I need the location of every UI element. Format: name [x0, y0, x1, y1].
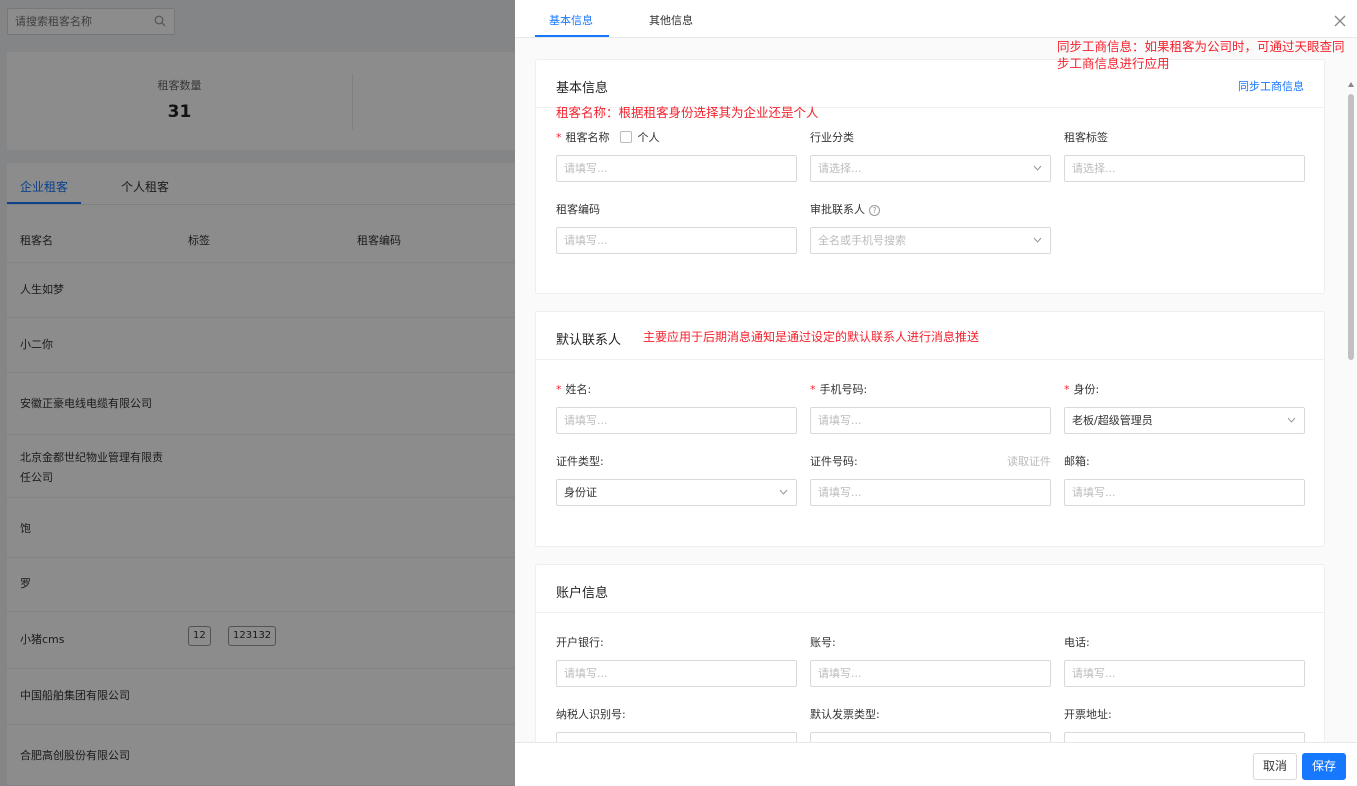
close-icon[interactable]	[1333, 14, 1347, 28]
invoice-type-select[interactable]	[810, 732, 1051, 742]
identity-select[interactable]: 老板/超级管理员	[1064, 407, 1305, 434]
tenant-name-field: * 租客名称 个人 请填写...	[556, 130, 797, 182]
tab-other-info[interactable]: 其他信息	[649, 12, 693, 28]
tenant-code-field: 租客编码 请填写...	[556, 202, 797, 254]
cancel-button[interactable]: 取消	[1252, 753, 1297, 780]
tenant-tag-label: 租客标签	[1064, 131, 1108, 144]
email-input[interactable]: 请填写...	[1064, 479, 1305, 506]
taxpayer-id-label: 纳税人识别号:	[556, 708, 626, 721]
required-mark: *	[810, 383, 816, 396]
sync-info-annotation: 同步工商信息：如果租客为公司时，可通过天眼查同步工商信息进行应用	[1057, 39, 1345, 71]
field-label: * 身份:	[1064, 382, 1305, 398]
field-label: 审批联系人?	[810, 202, 1051, 218]
industry-label: 行业分类	[810, 131, 854, 144]
field-label: * 手机号码:	[810, 382, 1051, 398]
identity-value: 老板/超级管理员	[1072, 414, 1153, 427]
default-contact-annotation: 主要应用于后期消息通知是通过设定的默认联系人进行消息推送	[643, 330, 980, 344]
sync-business-info-link[interactable]: 同步工商信息	[1238, 78, 1304, 94]
id-type-value: 身份证	[564, 486, 597, 499]
email-field: 邮箱: 请填写...	[1064, 454, 1305, 506]
bank-label: 开户银行:	[556, 636, 604, 649]
card-title: 账户信息	[556, 586, 609, 601]
id-type-label: 证件类型:	[556, 455, 604, 468]
help-icon[interactable]: ?	[869, 205, 880, 216]
read-id-card-link[interactable]: 读取证件	[1007, 454, 1051, 470]
account-phone-label: 电话:	[1064, 636, 1090, 649]
chevron-down-icon	[779, 489, 788, 495]
approver-label: 审批联系人	[810, 203, 865, 216]
personal-checkbox-label: 个人	[637, 131, 660, 144]
required-mark: *	[1064, 383, 1070, 396]
chevron-down-icon	[1287, 417, 1296, 423]
bank-input[interactable]: 请填写...	[556, 660, 797, 687]
email-label: 邮箱:	[1064, 455, 1090, 468]
invoice-type-label: 默认发票类型:	[810, 708, 880, 721]
drawer-footer: 取消 保存	[515, 742, 1357, 786]
contact-phone-input[interactable]: 请填写...	[810, 407, 1051, 434]
chevron-down-icon	[1033, 165, 1042, 171]
field-label: * 租客名称 个人	[556, 130, 797, 146]
account-number-input[interactable]: 请填写...	[810, 660, 1051, 687]
add-tenant-drawer: 基本信息 其他信息 基本信息 同步工商信息 租客名称：根据租客身份选择其为企业还…	[515, 0, 1357, 786]
industry-select[interactable]: 请选择...	[810, 155, 1051, 182]
tenant-tag-select[interactable]: 请选择...	[1064, 155, 1305, 182]
tab-basic-info[interactable]: 基本信息	[549, 12, 593, 28]
bank-field: 开户银行: 请填写...	[556, 635, 797, 687]
identity-label: 身份:	[1073, 383, 1100, 396]
tenant-code-input[interactable]: 请填写...	[556, 227, 797, 254]
vertical-scrollbar[interactable]	[1347, 80, 1355, 742]
card-header: 默认联系人 主要应用于后期消息通知是通过设定的默认联系人进行消息推送	[536, 312, 1324, 360]
invoice-address-input[interactable]	[1064, 732, 1305, 742]
field-label: * 姓名:	[556, 382, 797, 398]
required-mark: *	[556, 131, 562, 144]
taxpayer-id-field: 纳税人识别号:	[556, 707, 797, 742]
default-contact-card: 默认联系人 主要应用于后期消息通知是通过设定的默认联系人进行消息推送 * 姓名: …	[535, 311, 1325, 547]
drawer-body: 基本信息 同步工商信息 租客名称：根据租客身份选择其为企业还是个人 * 租客名称个…	[515, 38, 1357, 742]
contact-phone-field: * 手机号码: 请填写...	[810, 382, 1051, 434]
account-info-card: 账户信息 开户银行: 请填写... 账号: 请填写... 电话: 请填写... …	[535, 564, 1325, 742]
tenant-name-annotation: 租客名称：根据租客身份选择其为企业还是个人	[556, 105, 819, 120]
approver-field: 审批联系人? 全名或手机号搜索	[810, 202, 1051, 254]
id-number-field: 证件号码: 读取证件 请填写...	[810, 454, 1051, 506]
id-type-field: 证件类型: 身份证	[556, 454, 797, 506]
approver-placeholder: 全名或手机号搜索	[818, 234, 906, 247]
card-header: 账户信息	[536, 565, 1324, 613]
id-number-label: 证件号码:	[810, 455, 858, 468]
contact-name-field: * 姓名: 请填写...	[556, 382, 797, 434]
required-mark: *	[556, 383, 562, 396]
tenant-code-label: 租客编码	[556, 203, 600, 216]
invoice-address-label: 开票地址:	[1064, 708, 1112, 721]
card-title: 基本信息	[556, 81, 609, 96]
personal-checkbox[interactable]	[619, 131, 632, 143]
account-phone-field: 电话: 请填写...	[1064, 635, 1305, 687]
contact-name-label: 姓名:	[565, 383, 592, 396]
tenant-name-label: 租客名称	[565, 131, 610, 144]
active-tab-indicator	[535, 35, 609, 37]
drawer-tabs: 基本信息 其他信息	[515, 0, 1357, 38]
industry-placeholder: 请选择...	[818, 162, 862, 175]
card-title: 默认联系人	[556, 333, 622, 348]
scroll-up-icon[interactable]	[1348, 82, 1354, 87]
account-number-label: 账号:	[810, 636, 836, 649]
account-number-field: 账号: 请填写...	[810, 635, 1051, 687]
chevron-down-icon	[1033, 237, 1042, 243]
save-button[interactable]: 保存	[1301, 753, 1346, 780]
id-type-select[interactable]: 身份证	[556, 479, 797, 506]
invoice-type-field: 默认发票类型:	[810, 707, 1051, 742]
field-label: 证件号码: 读取证件	[810, 454, 1051, 470]
contact-name-input[interactable]: 请填写...	[556, 407, 797, 434]
invoice-address-field: 开票地址:	[1064, 707, 1305, 742]
identity-field: * 身份: 老板/超级管理员	[1064, 382, 1305, 434]
tenant-name-input[interactable]: 请填写...	[556, 155, 797, 182]
industry-field: 行业分类 请选择...	[810, 130, 1051, 182]
account-phone-input[interactable]: 请填写...	[1064, 660, 1305, 687]
contact-phone-label: 手机号码:	[819, 383, 868, 396]
id-number-input[interactable]: 请填写...	[810, 479, 1051, 506]
taxpayer-id-input[interactable]	[556, 732, 797, 742]
approver-select[interactable]: 全名或手机号搜索	[810, 227, 1051, 254]
scrollbar-thumb[interactable]	[1348, 94, 1354, 360]
tenant-tag-field: 租客标签 请选择...	[1064, 130, 1305, 182]
basic-info-card: 基本信息 同步工商信息 租客名称：根据租客身份选择其为企业还是个人 * 租客名称 个…	[535, 59, 1325, 294]
